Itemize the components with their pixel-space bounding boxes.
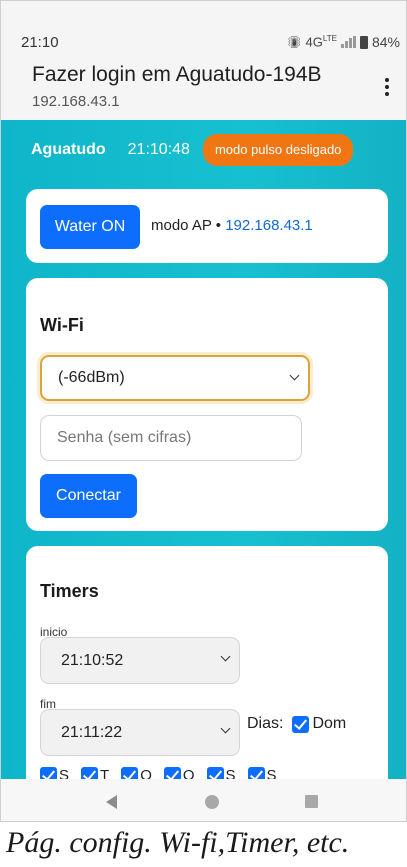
day-label: Q bbox=[140, 767, 152, 779]
back-icon[interactable] bbox=[106, 795, 117, 809]
day-label: S bbox=[59, 767, 70, 779]
day-item[interactable]: S bbox=[206, 767, 236, 779]
battery-level: 84% bbox=[371, 34, 400, 50]
day-label: Q bbox=[182, 767, 195, 779]
day-item[interactable]: S bbox=[40, 767, 69, 779]
phone-screen: 21:10 📳︎ 4GLTE 84% Fazer login em Aguatu… bbox=[0, 0, 407, 822]
day-checkbox[interactable] bbox=[121, 767, 139, 779]
day-label: T bbox=[100, 767, 110, 779]
day-item[interactable]: Q bbox=[121, 767, 152, 779]
ap-mode-info: modo AP • 192.168.43.1 bbox=[151, 217, 313, 234]
page-title: Fazer login em Aguatudo-194B bbox=[32, 63, 322, 86]
pulse-mode-badge: modo pulso desligado bbox=[202, 134, 354, 166]
chevron-down-icon bbox=[220, 651, 231, 662]
wifi-network-select[interactable]: (-66dBm) bbox=[40, 355, 310, 401]
day-checkbox[interactable] bbox=[163, 767, 181, 779]
day-checkbox[interactable] bbox=[40, 767, 57, 779]
status-bar: 21:10 📳︎ 4GLTE 84% bbox=[1, 1, 406, 63]
recent-apps-icon[interactable] bbox=[305, 795, 318, 808]
chevron-down-icon bbox=[220, 723, 231, 734]
wifi-section-title: Wi-Fi bbox=[40, 315, 84, 335]
end-time-value: 21:11:22 bbox=[61, 724, 123, 741]
start-time-select[interactable]: 21:10:52 bbox=[40, 637, 240, 684]
day-label: S bbox=[266, 767, 277, 779]
water-on-button[interactable]: Water ON bbox=[40, 205, 140, 249]
app-header: Aguatudo 21:10:48 modo pulso desligado bbox=[31, 133, 354, 167]
timers-card: Timers inicio 21:10:52 fim 21:11:22 Dias… bbox=[26, 546, 388, 779]
timers-section-title: Timers bbox=[40, 581, 99, 601]
end-time-select[interactable]: 21:11:22 bbox=[40, 709, 240, 756]
ap-mode-label: modo AP • bbox=[151, 217, 226, 234]
screenshot-caption: Pág. config. Wi-fi,Timer, etc. bbox=[6, 826, 350, 859]
system-navbar bbox=[1, 779, 406, 821]
vibrate-icon: 📳︎ bbox=[286, 35, 302, 49]
wifi-network-value: (-66dBm) bbox=[58, 369, 125, 386]
day-item[interactable]: T bbox=[81, 767, 109, 779]
days-selector: Dias: Dom bbox=[247, 715, 346, 733]
day-item[interactable]: Q bbox=[163, 767, 195, 779]
connect-button[interactable]: Conectar bbox=[40, 474, 137, 518]
page-address: 192.168.43.1 bbox=[32, 93, 120, 110]
network-type: 4GLTE bbox=[305, 34, 337, 50]
chevron-down-icon bbox=[289, 370, 300, 381]
signal-icon bbox=[340, 36, 356, 48]
days-row: S T Q Q S S bbox=[40, 767, 289, 779]
day-checkbox-dom[interactable] bbox=[292, 715, 310, 733]
page-content[interactable]: Aguatudo 21:10:48 modo pulso desligado W… bbox=[1, 120, 406, 779]
day-checkbox[interactable] bbox=[247, 767, 265, 779]
days-label: Dias: bbox=[247, 715, 284, 732]
day-item[interactable]: S bbox=[247, 767, 277, 779]
wifi-password-input[interactable]: Senha (sem cifras) bbox=[40, 415, 302, 461]
more-options-icon[interactable] bbox=[380, 73, 394, 101]
day-checkbox[interactable] bbox=[206, 767, 224, 779]
wifi-password-placeholder: Senha (sem cifras) bbox=[57, 429, 192, 446]
day-checkbox[interactable] bbox=[81, 767, 99, 779]
home-icon[interactable] bbox=[205, 795, 219, 809]
status-time: 21:10 bbox=[21, 34, 59, 51]
wifi-card: Wi-Fi (-66dBm) Senha (sem cifras) Conect… bbox=[26, 278, 388, 531]
day-label-dom: Dom bbox=[312, 715, 347, 732]
status-indicators: 📳︎ 4GLTE 84% bbox=[286, 34, 400, 50]
device-clock: 21:10:48 bbox=[127, 141, 190, 158]
battery-icon bbox=[359, 35, 368, 49]
ap-card: Water ON modo AP • 192.168.43.1 bbox=[26, 189, 388, 263]
ap-ip-address: 192.168.43.1 bbox=[225, 217, 313, 234]
brand-name: Aguatudo bbox=[31, 141, 106, 158]
captive-portal-titlebar: Fazer login em Aguatudo-194B 192.168.43.… bbox=[1, 63, 406, 120]
day-label: S bbox=[225, 767, 236, 779]
start-time-value: 21:10:52 bbox=[61, 652, 124, 669]
